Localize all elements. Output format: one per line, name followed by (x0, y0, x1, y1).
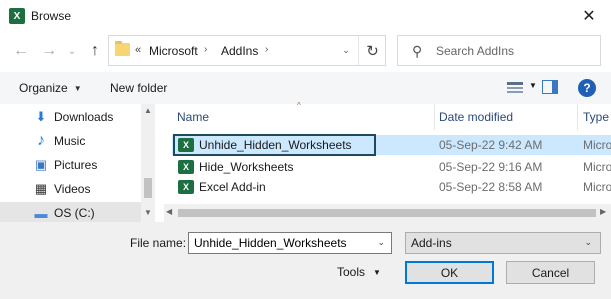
scrollbar-thumb[interactable] (144, 178, 152, 198)
address-bar[interactable]: « Microsoft › AddIns › ⌄ ↻ (108, 35, 386, 66)
search-input[interactable] (436, 41, 596, 61)
sidebar-item-music[interactable]: ♪ Music (0, 130, 141, 152)
file-name: Hide_Worksheets (199, 160, 294, 174)
file-row[interactable]: X Hide_Worksheets 05-Sep-22 9:16 AM Micr… (172, 157, 611, 177)
chevron-down-icon[interactable]: ⌄ (377, 237, 385, 248)
horizontal-scrollbar[interactable]: ◀ ▶ (164, 204, 611, 222)
title-bar: X Browse ✕ (0, 0, 611, 32)
scroll-right-icon[interactable]: ▶ (600, 207, 606, 216)
tools-button[interactable]: Tools ▼ (337, 265, 381, 279)
column-divider[interactable] (434, 104, 435, 130)
file-name-input[interactable] (194, 236, 370, 250)
breadcrumb-microsoft[interactable]: Microsoft (149, 44, 198, 58)
address-history-button[interactable]: ⌄ (335, 36, 357, 65)
file-type-value: Add-ins (411, 236, 452, 250)
command-bar: Organize ▼ New folder ▼ ? (0, 72, 611, 104)
navigation-pane: ⬇ Downloads ♪ Music ▣ Pictures ▦ Videos … (0, 104, 155, 222)
column-header-type[interactable]: Type (583, 110, 609, 124)
sort-caret-icon: ^ (297, 101, 301, 110)
file-name: Unhide_Hidden_Worksheets (199, 138, 352, 152)
window-title: Browse (31, 9, 72, 23)
sidebar-item-downloads[interactable]: ⬇ Downloads (0, 106, 141, 128)
file-date-modified: 05-Sep-22 9:16 AM (439, 160, 543, 174)
breadcrumb-overflow[interactable]: « (135, 44, 141, 56)
file-name-label: File name: (130, 236, 187, 250)
change-view-button[interactable] (506, 80, 524, 96)
chevron-down-icon: ⌄ (584, 237, 592, 247)
preview-pane-button[interactable] (542, 80, 558, 94)
up-level-button[interactable]: ↑ (84, 40, 106, 62)
sidebar-item-label: OS (C:) (54, 206, 95, 220)
ok-button[interactable]: OK (405, 261, 494, 284)
back-button[interactable]: ← (10, 40, 32, 62)
pictures-icon: ▣ (34, 157, 48, 172)
recent-locations-button[interactable]: ⌄ (64, 40, 80, 62)
details-view-icon (507, 82, 523, 93)
caret-down-icon: ▼ (373, 267, 381, 277)
tools-label: Tools (337, 265, 366, 279)
dialog-footer: File name: ⌄ Add-ins ⌄ Tools ▼ OK Cancel (0, 222, 611, 299)
search-icon: ⚲ (412, 43, 423, 59)
close-icon: ✕ (582, 8, 596, 25)
sidebar-item-videos[interactable]: ▦ Videos (0, 178, 141, 200)
file-row[interactable]: X Excel Add-in 05-Sep-22 8:58 AM Micro (172, 177, 611, 197)
arrow-right-icon: → (41, 42, 57, 59)
music-icon: ♪ (37, 132, 45, 149)
scroll-left-icon[interactable]: ◀ (166, 207, 172, 216)
file-name: Excel Add-in (199, 180, 266, 194)
new-folder-button[interactable]: New folder (110, 81, 167, 95)
file-type: Micro (583, 160, 611, 174)
file-date-modified: 05-Sep-22 9:42 AM (439, 138, 543, 152)
file-type: Micro (583, 180, 611, 194)
organize-button[interactable]: Organize ▼ (19, 81, 82, 95)
excel-app-icon: X (9, 8, 25, 24)
column-divider[interactable] (577, 104, 578, 130)
column-header-date-modified[interactable]: Date modified (439, 110, 513, 124)
caret-down-icon[interactable]: ▼ (529, 81, 537, 90)
chevron-down-icon: ⌄ (342, 45, 350, 55)
download-icon: ⬇ (35, 109, 47, 124)
sidebar-item-label: Videos (54, 182, 91, 196)
sidebar-item-label: Downloads (54, 110, 114, 124)
help-button[interactable]: ? (578, 79, 596, 97)
help-icon: ? (583, 81, 591, 95)
scrollbar-thumb[interactable] (178, 209, 596, 217)
file-name-combobox[interactable]: ⌄ (188, 232, 392, 254)
excel-addin-file-icon: X (178, 138, 194, 152)
scroll-down-icon[interactable]: ▼ (141, 208, 155, 220)
sidebar-item-pictures[interactable]: ▣ Pictures (0, 154, 141, 176)
scroll-up-icon[interactable]: ▲ (141, 106, 155, 116)
file-type-select[interactable]: Add-ins ⌄ (405, 232, 601, 254)
arrow-left-icon: ← (13, 42, 29, 59)
sidebar-scrollbar[interactable]: ▲ ▼ (141, 104, 155, 222)
organize-label: Organize (19, 81, 68, 95)
excel-addin-file-icon: X (178, 160, 194, 174)
breadcrumb-addins[interactable]: AddIns (221, 44, 258, 58)
videos-icon: ▦ (34, 181, 48, 196)
refresh-button[interactable]: ↻ (358, 36, 386, 65)
file-date-modified: 05-Sep-22 8:58 AM (439, 180, 543, 194)
chevron-right-icon[interactable]: › (204, 44, 207, 55)
folder-icon (115, 41, 130, 56)
file-row[interactable]: X Unhide_Hidden_Worksheets 05-Sep-22 9:4… (172, 134, 611, 156)
forward-button[interactable]: → (38, 40, 60, 62)
search-box[interactable]: ⚲ (397, 35, 601, 66)
cancel-button[interactable]: Cancel (506, 261, 595, 284)
chevron-down-icon: ⌄ (67, 45, 77, 57)
sidebar-item-label: Music (54, 134, 86, 148)
caret-down-icon: ▼ (73, 83, 82, 93)
arrow-up-icon: ↑ (91, 42, 99, 59)
sidebar-item-label: Pictures (54, 158, 98, 172)
chevron-right-icon[interactable]: › (265, 44, 268, 55)
close-button[interactable]: ✕ (577, 4, 601, 28)
file-type: Micro (583, 138, 611, 152)
column-header-name[interactable]: Name (177, 110, 209, 124)
excel-addin-file-icon: X (178, 180, 194, 194)
drive-icon: ▬ (34, 205, 48, 221)
sidebar-item-os-drive[interactable]: ▬ OS (C:) (0, 202, 141, 222)
refresh-icon: ↻ (366, 42, 379, 60)
